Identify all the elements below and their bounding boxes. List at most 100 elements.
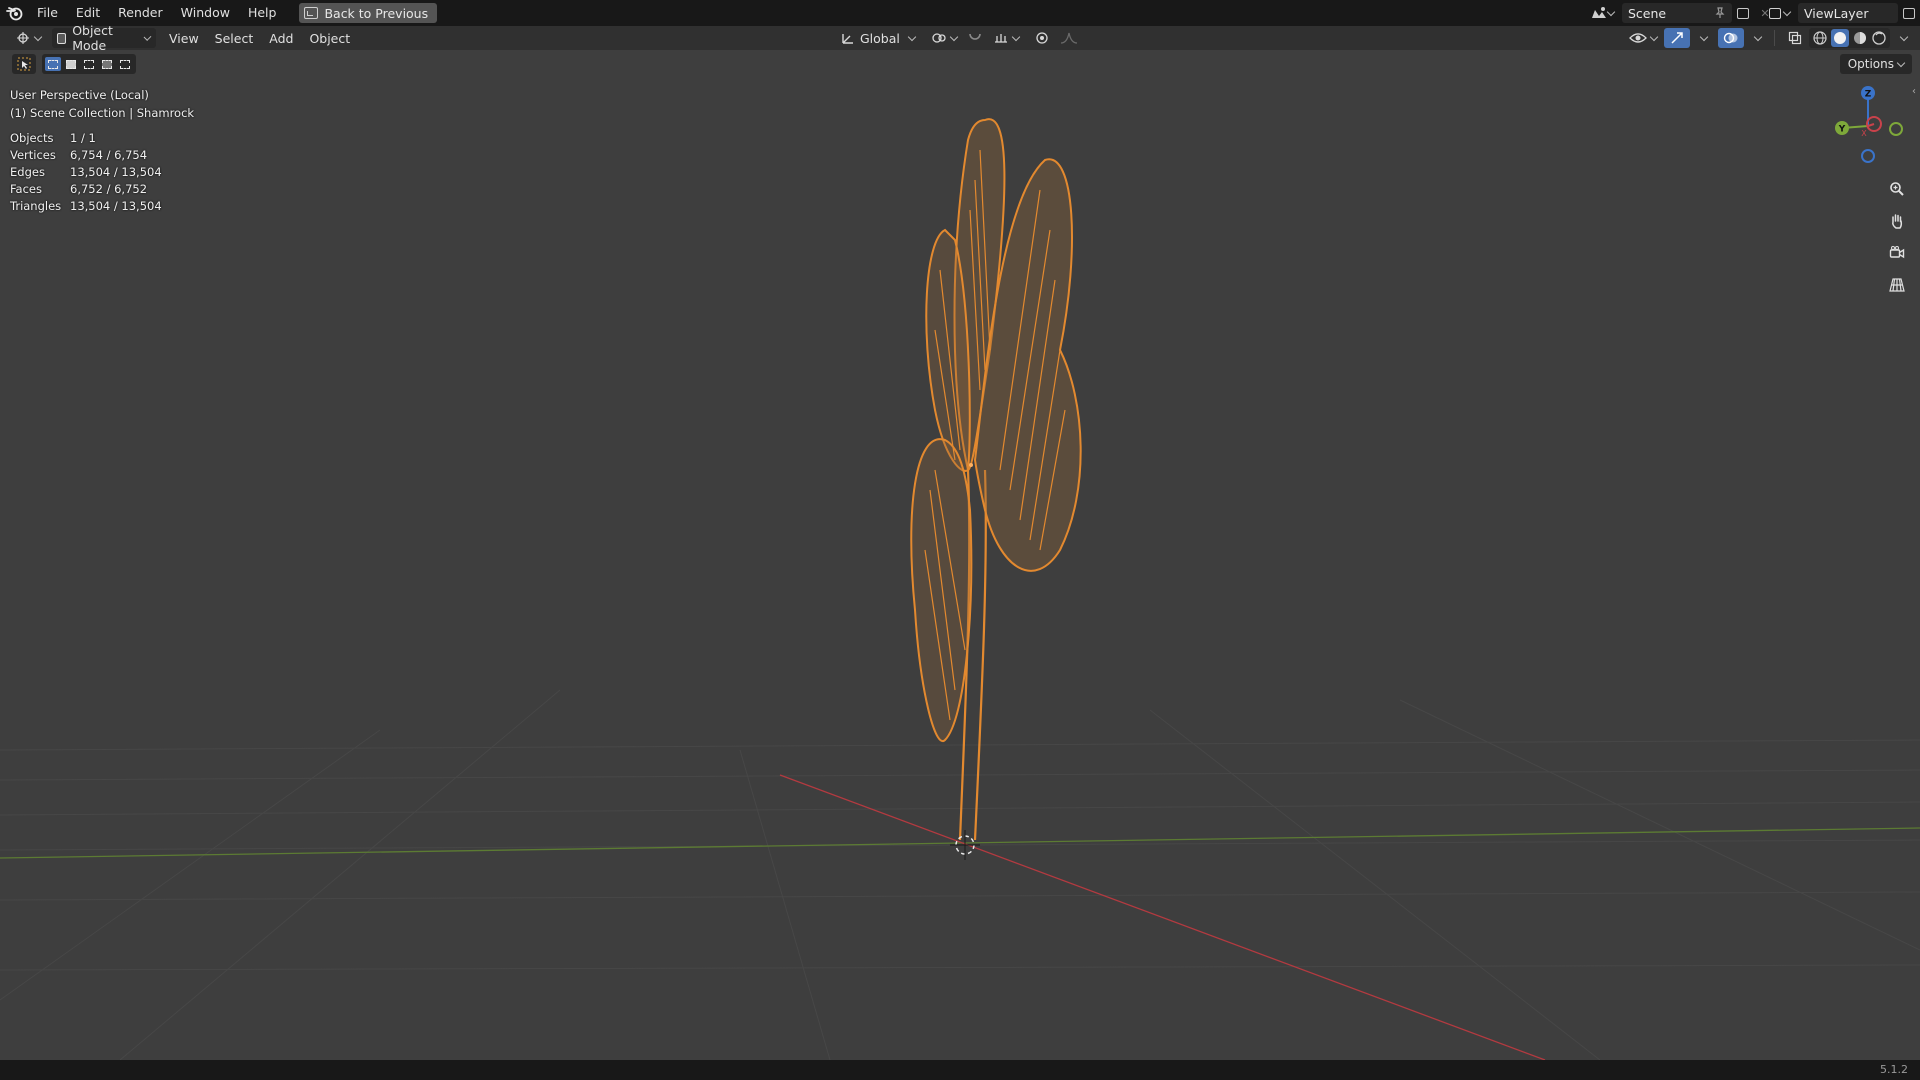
select-extend-icon[interactable] bbox=[63, 57, 79, 71]
view-layer-name-field[interactable]: ViewLayer bbox=[1798, 3, 1898, 23]
menu-select[interactable]: Select bbox=[210, 28, 259, 48]
camera-view-icon[interactable] bbox=[1884, 240, 1910, 266]
menu-edit[interactable]: Edit bbox=[67, 3, 109, 23]
object-mode-chevron-icon bbox=[143, 32, 152, 41]
pivot-point-dropdown[interactable] bbox=[926, 28, 962, 48]
menu-view[interactable]: View bbox=[164, 28, 204, 48]
overlays-chevron-icon bbox=[1753, 32, 1763, 41]
wireframe-shading-icon[interactable] bbox=[1812, 30, 1828, 46]
shading-mode-group bbox=[1809, 28, 1890, 48]
stat-row: Objects 1 / 1 bbox=[10, 130, 162, 147]
stat-label: Edges bbox=[10, 165, 45, 179]
back-to-previous-button[interactable]: Back to Previous bbox=[299, 3, 438, 23]
material-shading-icon[interactable] bbox=[1852, 30, 1868, 46]
scene-icon[interactable] bbox=[1588, 3, 1610, 23]
stat-row: Vertices 6,754 / 6,754 bbox=[10, 147, 162, 164]
cursor-arrow-icon bbox=[17, 57, 31, 71]
pan-hand-icon[interactable] bbox=[1884, 208, 1910, 234]
status-bar: 5.1.2 bbox=[0, 1060, 1920, 1080]
transform-controls: Global bbox=[836, 28, 1084, 48]
stat-value: 6,754 / 6,754 bbox=[70, 148, 148, 162]
overlays-dropdown[interactable] bbox=[1746, 28, 1766, 48]
gizmo-z-label: Z bbox=[1865, 90, 1872, 100]
menu-object[interactable]: Object bbox=[304, 28, 355, 48]
pivot-icon bbox=[932, 33, 946, 43]
snap-icon bbox=[969, 33, 981, 40]
menu-help[interactable]: Help bbox=[239, 3, 286, 23]
navigation-tools bbox=[1884, 176, 1910, 298]
stat-value: 13,504 / 13,504 bbox=[70, 165, 162, 179]
pin-icon[interactable] bbox=[1714, 7, 1726, 19]
back-icon bbox=[304, 7, 319, 19]
overlays-toggle[interactable] bbox=[1718, 28, 1744, 48]
viewport-header: Object Mode View Select Add Object Globa… bbox=[0, 23, 1920, 53]
stat-label: Vertices bbox=[10, 148, 56, 162]
snap-toggle[interactable] bbox=[962, 28, 988, 48]
object-mode-icon bbox=[57, 32, 67, 44]
stat-value: 6,752 / 6,752 bbox=[70, 182, 148, 196]
object-mode-dropdown[interactable]: Object Mode bbox=[52, 23, 156, 53]
scene-name-field[interactable]: Scene bbox=[1622, 3, 1732, 23]
object-mode-label: Object Mode bbox=[72, 23, 113, 53]
view-perspective-text: User Perspective (Local) bbox=[10, 88, 149, 102]
navigation-gizmo[interactable]: Z Y X bbox=[1830, 86, 1910, 166]
scene-selector: Scene ✕ bbox=[1588, 3, 1776, 23]
gizmo-toggle[interactable] bbox=[1664, 28, 1690, 48]
gizmo-chevron-icon bbox=[1699, 32, 1709, 41]
new-view-layer-icon[interactable] bbox=[1898, 3, 1920, 23]
new-scene-icon[interactable] bbox=[1732, 3, 1754, 23]
stat-label: Triangles bbox=[10, 199, 62, 213]
proportional-editing-toggle[interactable] bbox=[1030, 28, 1054, 48]
gizmo-x-label: X bbox=[1861, 129, 1867, 138]
stat-row: Faces 6,752 / 6,752 bbox=[10, 181, 162, 198]
visibility-dropdown[interactable] bbox=[1624, 28, 1662, 48]
menu-add[interactable]: Add bbox=[264, 28, 298, 48]
gizmo-neg-z-axis[interactable] bbox=[1861, 149, 1875, 163]
menu-file[interactable]: File bbox=[28, 3, 67, 23]
options-label: Options bbox=[1847, 57, 1894, 71]
snap-increment-icon bbox=[994, 34, 1007, 43]
x-axis-line bbox=[779, 774, 1546, 1060]
select-new-icon[interactable] bbox=[45, 57, 61, 71]
menu-window[interactable]: Window bbox=[172, 3, 239, 23]
blender-logo-icon[interactable] bbox=[2, 0, 28, 26]
viewport-info-overlay: User Perspective (Local) (1) Scene Colle… bbox=[10, 86, 194, 122]
rendered-shading-icon[interactable] bbox=[1871, 30, 1887, 46]
falloff-icon bbox=[1060, 32, 1077, 44]
shamrock-mesh[interactable] bbox=[910, 118, 1082, 860]
select-difference-icon[interactable] bbox=[99, 57, 115, 71]
solid-shading-icon[interactable] bbox=[1831, 29, 1849, 47]
proportional-falloff-dropdown[interactable] bbox=[1054, 28, 1084, 48]
select-intersect-icon[interactable] bbox=[117, 57, 133, 71]
options-dropdown[interactable]: Options bbox=[1839, 54, 1912, 74]
shading-dropdown[interactable] bbox=[1892, 28, 1912, 48]
tool-header-row bbox=[12, 54, 136, 74]
orientation-icon bbox=[842, 34, 853, 44]
snap-target-dropdown[interactable] bbox=[988, 28, 1024, 48]
gizmo-icon bbox=[1671, 32, 1683, 44]
back-to-previous-label: Back to Previous bbox=[324, 5, 429, 21]
orientation-chevron-icon bbox=[907, 32, 917, 41]
xray-toggle[interactable] bbox=[1783, 28, 1807, 48]
top-menu-bar: File Edit Render Window Help Back to Pre… bbox=[0, 0, 1920, 26]
3d-viewport[interactable]: Options User Perspective (Local) (1) Sce… bbox=[0, 50, 1920, 1060]
editor-type-chevron-icon bbox=[33, 32, 43, 41]
scene-name: Scene bbox=[1628, 5, 1667, 21]
gizmo-neg-y-axis[interactable] bbox=[1889, 122, 1903, 136]
stat-value: 13,504 / 13,504 bbox=[70, 199, 162, 213]
sidebar-toggle-icon[interactable]: ‹ bbox=[1912, 86, 1920, 100]
stat-label: Objects bbox=[10, 131, 54, 145]
transform-orientation-dropdown[interactable]: Global bbox=[836, 28, 920, 48]
view-layer-icon[interactable] bbox=[1764, 3, 1786, 23]
transform-orientation-label: Global bbox=[860, 30, 900, 46]
perspective-toggle-icon[interactable] bbox=[1884, 272, 1910, 298]
pivot-chevron-icon bbox=[949, 32, 959, 41]
eye-icon bbox=[1629, 33, 1647, 43]
select-subtract-icon[interactable] bbox=[81, 57, 97, 71]
menu-render[interactable]: Render bbox=[109, 3, 172, 23]
select-tool-button[interactable] bbox=[12, 54, 36, 74]
gizmo-dropdown[interactable] bbox=[1692, 28, 1712, 48]
editor-type-button[interactable] bbox=[10, 28, 46, 48]
stat-label: Faces bbox=[10, 182, 42, 196]
zoom-icon[interactable] bbox=[1884, 176, 1910, 202]
